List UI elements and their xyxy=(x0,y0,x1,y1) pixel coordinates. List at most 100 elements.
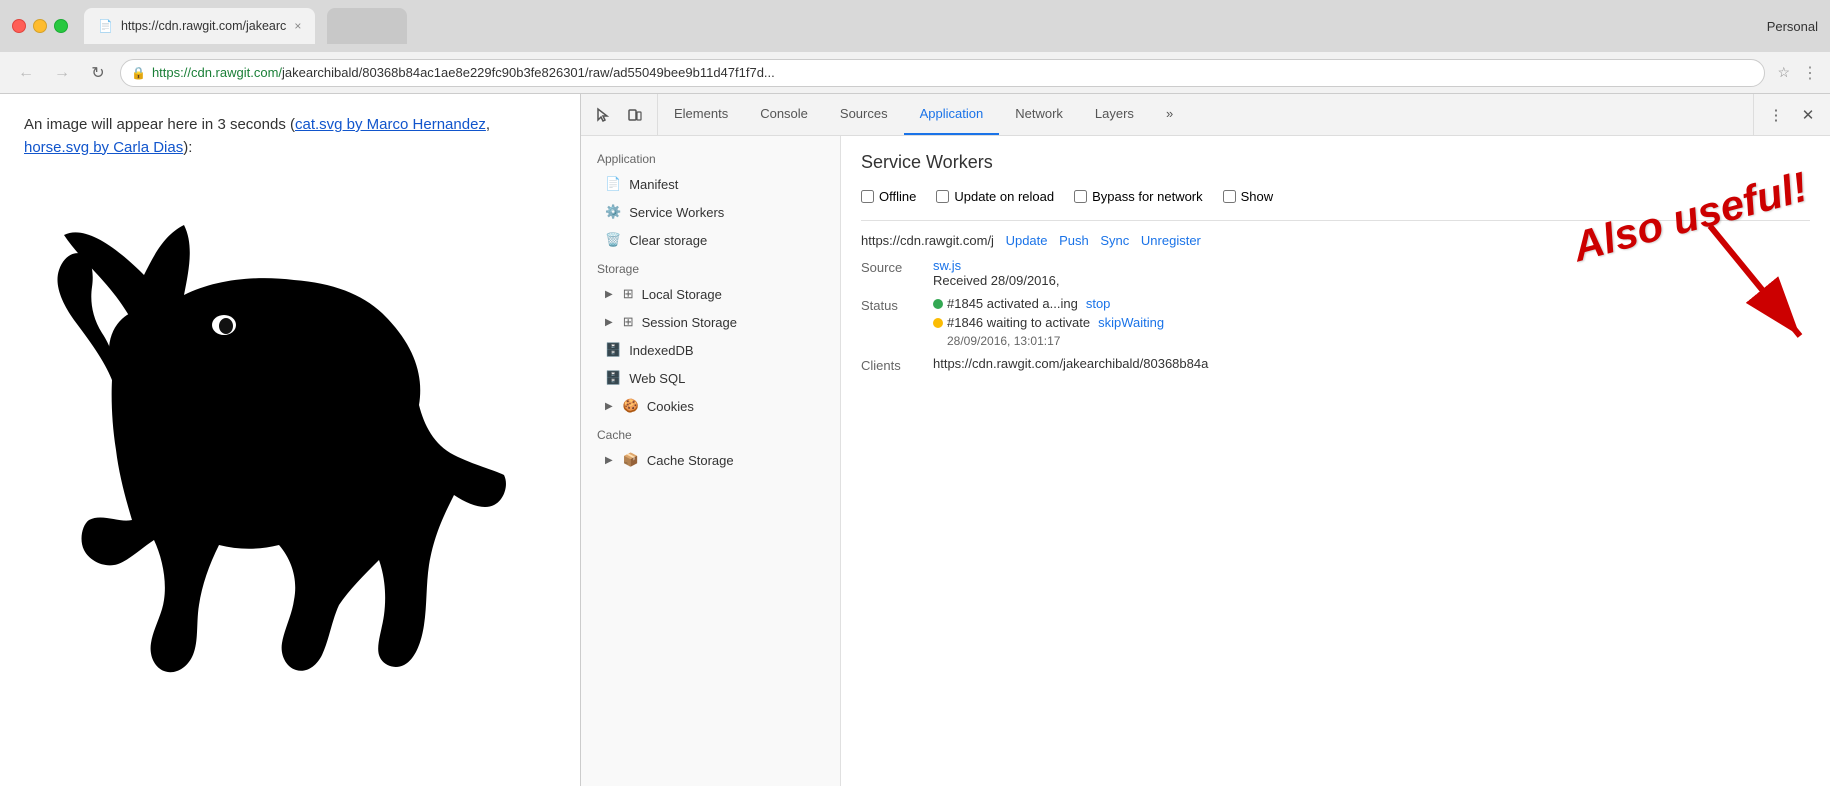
devtools-actions: ⋮ ✕ xyxy=(1753,94,1830,135)
sw-update-link[interactable]: Update xyxy=(1006,233,1048,248)
update-on-reload-checkbox[interactable] xyxy=(936,190,949,203)
forward-button[interactable]: → xyxy=(48,59,76,87)
devtools-body: Application 📄 Manifest ⚙️ Service Worker… xyxy=(581,136,1830,786)
back-button[interactable]: ← xyxy=(12,59,40,87)
sw-skipwaiting-link[interactable]: skipWaiting xyxy=(1098,315,1164,330)
reload-button[interactable]: ↻ xyxy=(84,59,112,87)
local-storage-label: Local Storage xyxy=(642,287,722,302)
show-checkbox-label[interactable]: Show xyxy=(1223,189,1274,204)
devtools-sidebar: Application 📄 Manifest ⚙️ Service Worker… xyxy=(581,136,841,786)
bypass-network-checkbox[interactable] xyxy=(1074,190,1087,203)
traffic-lights xyxy=(12,19,68,33)
close-window-button[interactable] xyxy=(12,19,26,33)
status-dot-green xyxy=(933,299,943,309)
url-display: https://cdn.rawgit.com/jakearchibald/803… xyxy=(152,65,775,80)
sw-url-text: https://cdn.rawgit.com/j xyxy=(861,233,994,248)
devtools-panel: Elements Console Sources Application Net… xyxy=(580,94,1830,786)
update-on-reload-checkbox-label[interactable]: Update on reload xyxy=(936,189,1054,204)
maximize-window-button[interactable] xyxy=(54,19,68,33)
offline-checkbox[interactable] xyxy=(861,190,874,203)
page-content: An image will appear here in 3 seconds (… xyxy=(0,94,580,786)
tab-layers[interactable]: Layers xyxy=(1079,94,1150,135)
sidebar-section-application: Application xyxy=(581,144,840,170)
cache-storage-arrow-icon: ▶ xyxy=(605,455,613,466)
sw-push-link[interactable]: Push xyxy=(1059,233,1089,248)
sidebar-item-service-workers[interactable]: ⚙️ Service Workers xyxy=(581,198,840,226)
cat-image xyxy=(24,175,544,715)
sidebar-item-clear-storage[interactable]: 🗑️ Clear storage xyxy=(581,226,840,254)
status-label: Status xyxy=(861,296,921,313)
sidebar-item-manifest[interactable]: 📄 Manifest xyxy=(581,170,840,198)
devtools-menu-button[interactable]: ⋮ xyxy=(1762,101,1790,129)
tab-network[interactable]: Network xyxy=(999,94,1079,135)
address-bar[interactable]: 🔒 https://cdn.rawgit.com/jakearchibald/8… xyxy=(120,59,1765,87)
local-storage-arrow-icon: ▶ xyxy=(605,289,613,300)
sw-entry-url: https://cdn.rawgit.com/j Update Push Syn… xyxy=(861,233,1810,248)
status-1-text: #1845 activated a xyxy=(947,296,1050,311)
device-toolbar-button[interactable] xyxy=(621,101,649,129)
cache-storage-label: Cache Storage xyxy=(647,453,734,468)
horse-link[interactable]: horse.svg by Carla Dias xyxy=(24,139,183,156)
bypass-network-label: Bypass for network xyxy=(1092,189,1203,204)
browser-menu-button[interactable]: ⋮ xyxy=(1802,63,1818,83)
sidebar-item-local-storage[interactable]: ▶ ⊞ Local Storage xyxy=(581,280,840,308)
session-storage-arrow-icon: ▶ xyxy=(605,317,613,328)
bypass-network-checkbox-label[interactable]: Bypass for network xyxy=(1074,189,1203,204)
clear-storage-icon: 🗑️ xyxy=(605,232,621,248)
browser-tab[interactable]: 📄 https://cdn.rawgit.com/jakearc × xyxy=(84,8,315,44)
title-bar: 📄 https://cdn.rawgit.com/jakearc × Perso… xyxy=(0,0,1830,52)
sidebar-item-cookies[interactable]: ▶ 🍪 Cookies xyxy=(581,392,840,420)
tab-elements[interactable]: Elements xyxy=(658,94,744,135)
new-tab-area[interactable] xyxy=(327,8,407,44)
status-2-text: #1846 waiting to activate xyxy=(947,315,1090,330)
tab-title: https://cdn.rawgit.com/jakearc xyxy=(121,19,286,33)
sw-clients-row: Clients https://cdn.rawgit.com/jakearchi… xyxy=(861,356,1810,373)
tab-sources[interactable]: Sources xyxy=(824,94,904,135)
status-1-suffix2: ing xyxy=(1060,296,1077,311)
sidebar-item-session-storage[interactable]: ▶ ⊞ Session Storage xyxy=(581,308,840,336)
profile-label: Personal xyxy=(1767,19,1818,34)
tab-more[interactable]: » xyxy=(1150,94,1189,135)
page-description: An image will appear here in 3 seconds (… xyxy=(24,114,556,159)
status-2-date: 28/09/2016, 13:01:17 xyxy=(947,334,1810,348)
sw-source-row: Source sw.js Received 28/09/2016, xyxy=(861,258,1810,288)
service-workers-icon: ⚙️ xyxy=(605,204,621,220)
indexeddb-label: IndexedDB xyxy=(629,343,693,358)
sidebar-item-indexeddb[interactable]: 🗄️ IndexedDB xyxy=(581,336,840,364)
show-checkbox[interactable] xyxy=(1223,190,1236,203)
sw-status-row: Status #1845 activated a ... ing stop xyxy=(861,296,1810,348)
tab-console[interactable]: Console xyxy=(744,94,824,135)
sidebar-section-cache: Cache xyxy=(581,420,840,446)
sw-js-link[interactable]: sw.js xyxy=(933,258,961,273)
show-label: Show xyxy=(1241,189,1274,204)
sidebar-item-cache-storage[interactable]: ▶ 📦 Cache Storage xyxy=(581,446,840,474)
offline-label: Offline xyxy=(879,189,916,204)
sw-sync-link[interactable]: Sync xyxy=(1100,233,1129,248)
service-workers-options: Offline Update on reload Bypass for netw… xyxy=(861,189,1810,204)
session-storage-icon: ⊞ xyxy=(623,314,634,330)
devtools-tabs: Elements Console Sources Application Net… xyxy=(658,94,1753,135)
element-picker-button[interactable] xyxy=(589,101,617,129)
sidebar-item-web-sql[interactable]: 🗄️ Web SQL xyxy=(581,364,840,392)
indexeddb-icon: 🗄️ xyxy=(605,342,621,358)
tab-application[interactable]: Application xyxy=(904,94,1000,135)
offline-checkbox-label[interactable]: Offline xyxy=(861,189,916,204)
sw-stop-link[interactable]: stop xyxy=(1086,296,1111,311)
url-path: jakearchibald/80368b84ac1ae8e229fc90b3fe… xyxy=(282,65,775,80)
devtools-close-button[interactable]: ✕ xyxy=(1794,101,1822,129)
manifest-label: Manifest xyxy=(629,177,678,192)
sw-unregister-link[interactable]: Unregister xyxy=(1141,233,1201,248)
tab-close-button[interactable]: × xyxy=(294,19,301,33)
text-after: ): xyxy=(183,139,192,156)
cat-link[interactable]: cat.svg by Marco Hernandez xyxy=(295,116,486,133)
cookies-icon: 🍪 xyxy=(623,398,639,414)
panel-title: Service Workers xyxy=(861,152,1810,173)
web-sql-icon: 🗄️ xyxy=(605,370,621,386)
minimize-window-button[interactable] xyxy=(33,19,47,33)
devtools-main-panel: Service Workers Offline Update on reload xyxy=(841,136,1830,786)
text-before: An image will appear here in 3 seconds ( xyxy=(24,116,295,133)
page-icon: 📄 xyxy=(98,19,113,33)
service-workers-label: Service Workers xyxy=(629,205,724,220)
clear-storage-label: Clear storage xyxy=(629,233,707,248)
bookmark-button[interactable]: ☆ xyxy=(1777,64,1790,81)
